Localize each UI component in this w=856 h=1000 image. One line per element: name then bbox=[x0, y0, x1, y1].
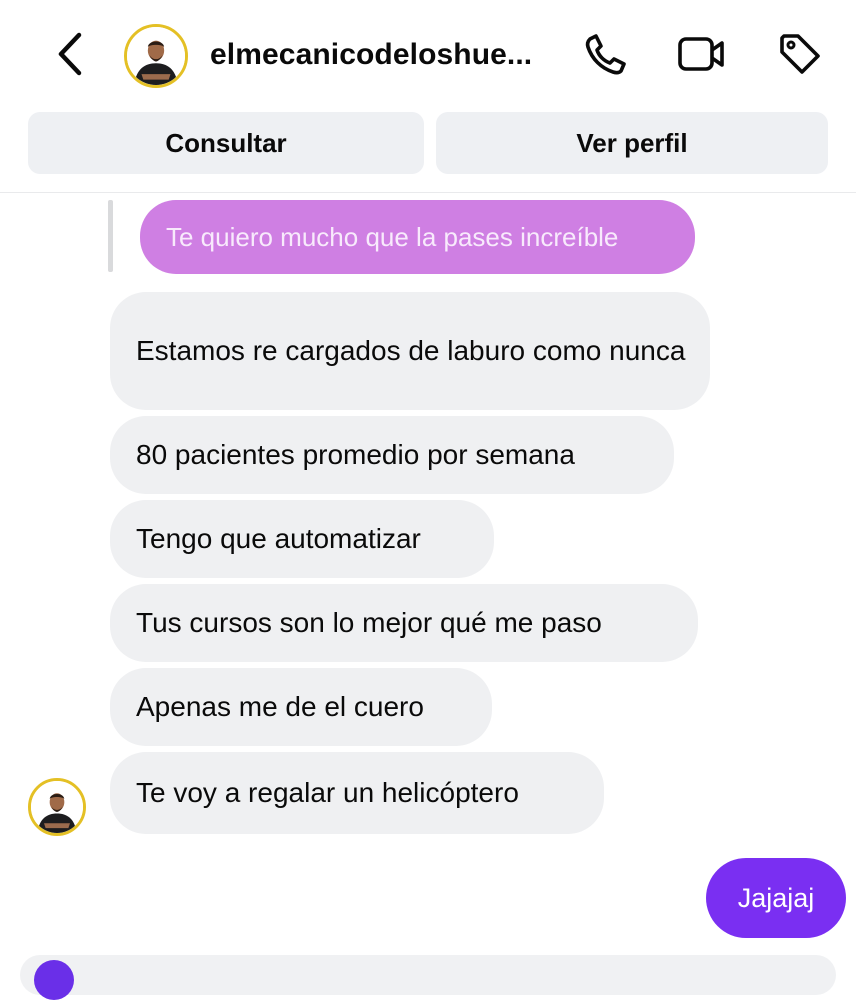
tag-button[interactable] bbox=[774, 30, 826, 82]
consult-button[interactable]: Consultar bbox=[28, 112, 424, 174]
chevron-left-icon bbox=[55, 31, 85, 82]
reply-indicator-line bbox=[108, 200, 113, 272]
message-text: 80 pacientes promedio por semana bbox=[136, 439, 575, 470]
received-message[interactable]: Tus cursos son lo mejor qué me paso bbox=[110, 584, 698, 662]
message-text: Tus cursos son lo mejor qué me paso bbox=[136, 607, 602, 638]
call-button[interactable] bbox=[580, 30, 632, 82]
message-text: Tengo que automatizar bbox=[136, 523, 421, 554]
camera-icon[interactable] bbox=[34, 960, 74, 1000]
video-call-button[interactable] bbox=[676, 30, 728, 82]
message-composer[interactable] bbox=[20, 955, 836, 995]
tag-icon bbox=[776, 30, 824, 83]
divider bbox=[0, 192, 856, 193]
message-text: Te voy a regalar un helicóptero bbox=[136, 777, 519, 808]
video-camera-icon bbox=[676, 31, 728, 82]
received-message[interactable]: Tengo que automatizar bbox=[110, 500, 494, 578]
received-message[interactable]: Estamos re cargados de laburo como nunca bbox=[110, 292, 710, 410]
received-message[interactable]: 80 pacientes promedio por semana bbox=[110, 416, 674, 494]
message-text: Apenas me de el cuero bbox=[136, 691, 424, 722]
sender-avatar[interactable] bbox=[28, 778, 86, 836]
chat-username[interactable]: elmecanicodeloshue... bbox=[210, 38, 570, 72]
received-message[interactable]: Apenas me de el cuero bbox=[110, 668, 492, 746]
avatar[interactable] bbox=[124, 24, 188, 88]
view-profile-button[interactable]: Ver perfil bbox=[436, 112, 828, 174]
back-button[interactable] bbox=[48, 30, 92, 82]
chat-header: elmecanicodeloshue... bbox=[0, 0, 856, 110]
replied-message[interactable]: Te quiero mucho que la pases increíble bbox=[140, 200, 695, 274]
sent-message[interactable]: Jajajaj bbox=[706, 858, 846, 938]
received-message[interactable]: Te voy a regalar un helicóptero bbox=[110, 752, 604, 834]
message-text: Estamos re cargados de laburo como nunca bbox=[136, 335, 686, 366]
phone-icon bbox=[583, 31, 629, 82]
